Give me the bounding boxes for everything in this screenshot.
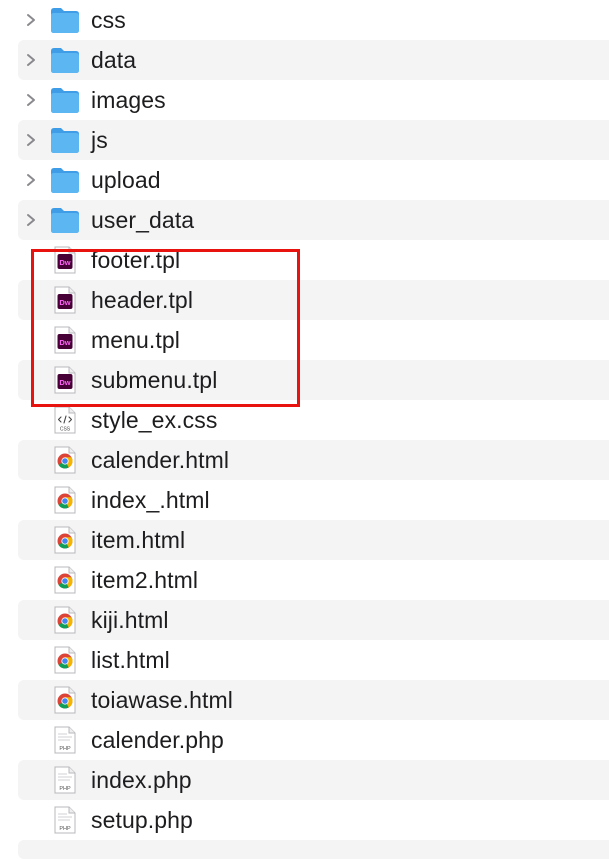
file-row[interactable]: item2.html (0, 560, 609, 600)
file-list: css data images js upload user_data Dw footer.t… (0, 0, 609, 859)
file-row[interactable]: kiji.html (0, 600, 609, 640)
chrome-html-file-icon (49, 526, 81, 554)
svg-text:Dw: Dw (59, 378, 70, 387)
file-row[interactable]: PHP calender.php (0, 720, 609, 760)
file-name: js (91, 127, 108, 153)
chrome-html-file-icon (49, 606, 81, 634)
file-row[interactable]: CSS style_ex.css (0, 400, 609, 440)
php-file-icon: PHP (49, 726, 81, 754)
file-row[interactable]: calender.html (0, 440, 609, 480)
folder-row[interactable]: images (0, 80, 609, 120)
chrome-html-file-icon (49, 566, 81, 594)
disclosure-chevron-icon[interactable] (24, 93, 38, 107)
file-name: item.html (91, 527, 186, 553)
folder-row[interactable]: js (0, 120, 609, 160)
file-name: header.tpl (91, 287, 194, 313)
svg-text:Dw: Dw (59, 338, 70, 347)
css-file-icon: CSS (49, 406, 81, 434)
file-name: upload (91, 167, 161, 193)
file-name: index.php (91, 767, 192, 793)
file-name: images (91, 87, 166, 113)
file-row[interactable]: item.html (0, 520, 609, 560)
file-row[interactable]: Dw footer.tpl (0, 240, 609, 280)
file-name: data (91, 47, 137, 73)
disclosure-chevron-icon[interactable] (24, 53, 38, 67)
folder-icon (49, 126, 81, 154)
dreamweaver-file-icon: Dw (49, 366, 81, 394)
file-row[interactable]: PHP setup.php (0, 800, 609, 840)
disclosure-chevron-icon[interactable] (24, 13, 38, 27)
folder-row[interactable]: upload (0, 160, 609, 200)
folder-row[interactable]: css (0, 0, 609, 40)
dreamweaver-file-icon: Dw (49, 246, 81, 274)
svg-text:Dw: Dw (59, 298, 70, 307)
chrome-html-file-icon (49, 646, 81, 674)
folder-icon (49, 206, 81, 234)
file-name: user_data (91, 207, 195, 233)
folder-icon (49, 166, 81, 194)
folder-row[interactable]: data (0, 40, 609, 80)
folder-icon (49, 86, 81, 114)
file-row[interactable]: toiawase.html (0, 680, 609, 720)
file-row[interactable]: PHP index.php (0, 760, 609, 800)
file-name: calender.php (91, 727, 224, 753)
disclosure-chevron-icon[interactable] (24, 213, 38, 227)
file-name: style_ex.css (91, 407, 218, 433)
chrome-html-file-icon (49, 686, 81, 714)
svg-text:PHP: PHP (59, 826, 71, 832)
php-file-icon: PHP (49, 806, 81, 834)
svg-text:PHP: PHP (59, 786, 71, 792)
file-name: css (91, 7, 126, 33)
php-file-icon: PHP (49, 766, 81, 794)
svg-text:PHP: PHP (59, 746, 71, 752)
file-row[interactable]: Dw submenu.tpl (0, 360, 609, 400)
folder-icon (49, 46, 81, 74)
file-name: menu.tpl (91, 327, 181, 353)
file-name: calender.html (91, 447, 230, 473)
file-name: setup.php (91, 807, 193, 833)
file-row[interactable]: list.html (0, 640, 609, 680)
file-name: footer.tpl (91, 247, 181, 273)
file-name: submenu.tpl (91, 367, 218, 393)
file-name: toiawase.html (91, 687, 233, 713)
file-row[interactable]: index_.html (0, 480, 609, 520)
file-name: kiji.html (91, 607, 169, 633)
disclosure-chevron-icon[interactable] (24, 133, 38, 147)
chrome-html-file-icon (49, 486, 81, 514)
disclosure-chevron-icon[interactable] (24, 173, 38, 187)
folder-icon (49, 6, 81, 34)
chrome-html-file-icon (49, 446, 81, 474)
file-name: item2.html (91, 567, 199, 593)
folder-row[interactable]: user_data (0, 200, 609, 240)
dreamweaver-file-icon: Dw (49, 286, 81, 314)
file-name: index_.html (91, 487, 210, 513)
file-name: list.html (91, 647, 170, 673)
svg-text:Dw: Dw (59, 258, 70, 267)
file-row[interactable]: Dw header.tpl (0, 280, 609, 320)
empty-row (0, 840, 609, 859)
svg-text:CSS: CSS (60, 427, 71, 433)
dreamweaver-file-icon: Dw (49, 326, 81, 354)
file-row[interactable]: Dw menu.tpl (0, 320, 609, 360)
